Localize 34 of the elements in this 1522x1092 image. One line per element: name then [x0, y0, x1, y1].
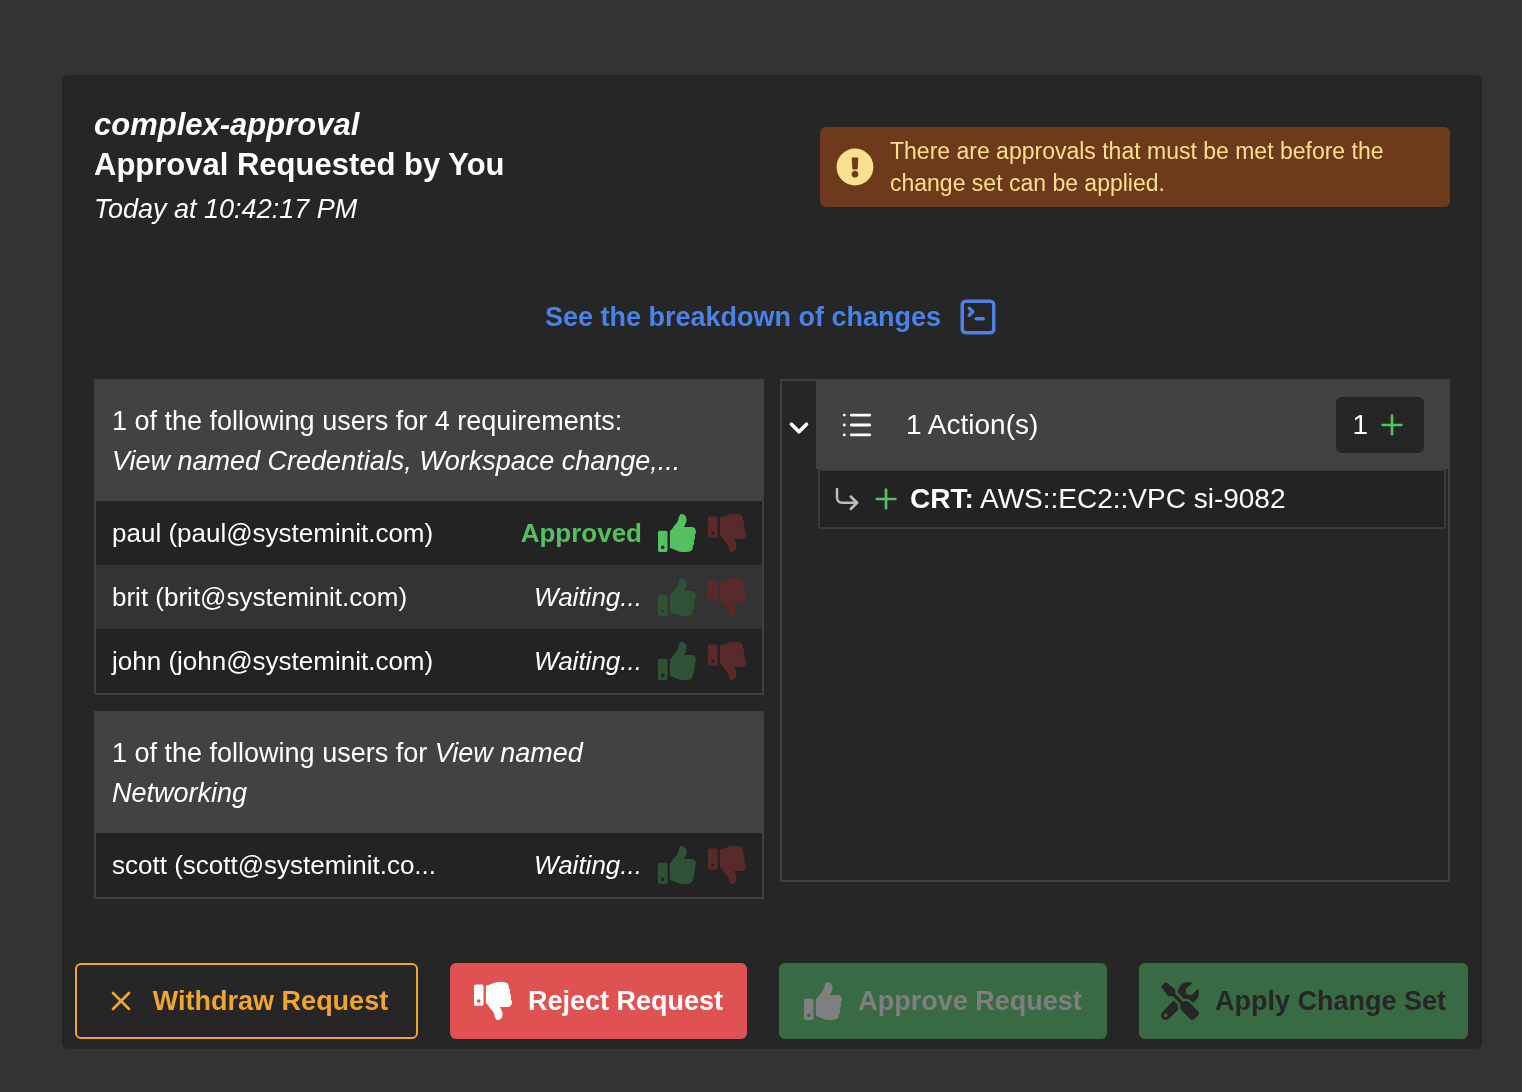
thumbs-down-button[interactable] [708, 514, 746, 552]
thumbs-up-button[interactable] [658, 578, 696, 616]
action-count-badge: 1 [1336, 397, 1424, 453]
action-row[interactable]: CRT: AWS::EC2::VPC si-9082 [818, 469, 1446, 529]
approver-name: john (john@systeminit.com) [112, 644, 435, 678]
thumbs-up-button[interactable] [658, 514, 696, 552]
approver-name: brit (brit@systeminit.com) [112, 580, 409, 614]
requirement-header: 1 of the following users for 4 requirements: View named Credentials, Workspace change,... [96, 381, 762, 501]
thumbs-down-button[interactable] [708, 578, 746, 616]
thumbs-down-icon [473, 982, 512, 1020]
breakdown-link[interactable]: See the breakdown of changes [544, 296, 942, 338]
thumbs-up-button[interactable] [658, 846, 696, 884]
warning-text: There are approvals that must be met before the change set can be applied. [890, 137, 1385, 198]
requirement-header: 1 of the following users for View named Networking [96, 713, 762, 833]
approval-status: Approved [519, 516, 642, 550]
action-button[interactable]: Withdraw Request [75, 963, 418, 1039]
request-time: Today at 10:42:17 PM [94, 193, 359, 226]
action-button[interactable]: Reject Request [450, 963, 747, 1039]
action-text: CRT: AWS::EC2::VPC si-9082 [910, 482, 1286, 516]
warning-icon [836, 148, 874, 186]
approver-name: scott (scott@systeminit.co... [112, 848, 438, 882]
approver-name: paul (paul@systeminit.com) [112, 516, 435, 550]
change-set-name: complex-approval [94, 106, 361, 144]
thumbs-down-button[interactable] [708, 846, 746, 884]
approval-status: Waiting... [533, 848, 642, 882]
approval-status: Waiting... [533, 580, 642, 614]
thumbs-up-button[interactable] [658, 642, 696, 680]
approval-status: Waiting... [533, 644, 642, 678]
tools-icon [1161, 982, 1199, 1020]
actions-title: 1 Action(s) [906, 408, 1040, 442]
action-button[interactable]: Apply Change Set [1139, 963, 1468, 1039]
thumbs-up-icon [804, 982, 843, 1020]
thumbs-down-button[interactable] [708, 642, 746, 680]
approval-title: Approval Requested by You [94, 146, 505, 184]
